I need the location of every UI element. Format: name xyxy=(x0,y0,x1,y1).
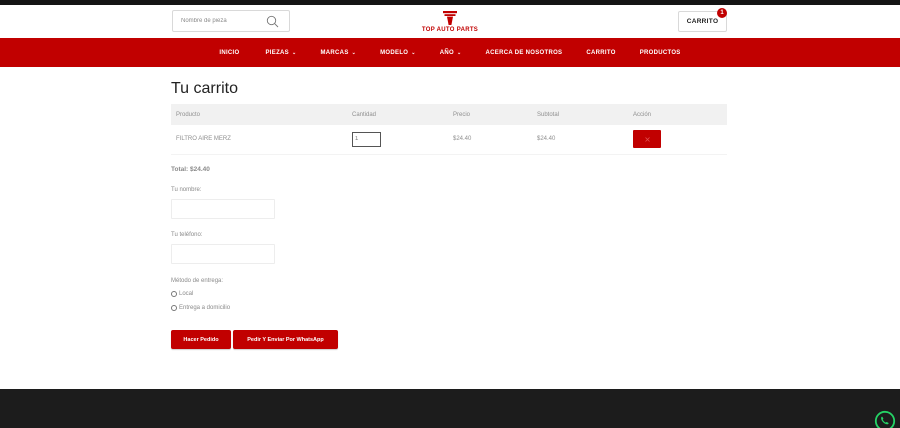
delivery-option-local[interactable]: Local xyxy=(171,291,193,297)
nav-item-piezas[interactable]: PIEZAS ⌄ xyxy=(266,50,297,56)
nav-item-carrito[interactable]: CARRITO xyxy=(586,50,615,56)
page-title: Tu carrito xyxy=(171,80,238,97)
phone-field[interactable] xyxy=(171,244,275,264)
cell-subtotal: $24.40 xyxy=(532,125,628,155)
logo-icon xyxy=(443,11,457,25)
nav-item-productos[interactable]: PRODUCTOS xyxy=(640,50,681,56)
place-order-button[interactable]: Hacer Pedido xyxy=(171,330,231,349)
cart-total: Total: $24.40 xyxy=(171,166,210,173)
column-header-product: Producto xyxy=(171,104,347,125)
nav-item-inicio[interactable]: INICIO xyxy=(219,50,239,56)
search-input[interactable] xyxy=(173,11,263,31)
close-icon xyxy=(644,136,650,142)
nav-item-modelo[interactable]: MODELO ⌄ xyxy=(380,50,416,56)
table-header-row: Producto Cantidad Precio Subtotal Acción xyxy=(171,104,727,125)
search-box[interactable] xyxy=(172,10,290,32)
nav-item-acerca[interactable]: ACERCA DE NOSOTROS xyxy=(486,50,563,56)
cart-table: Producto Cantidad Precio Subtotal Acción… xyxy=(171,104,727,155)
cell-action xyxy=(628,125,727,155)
logo-text: TOP AUTO PARTS xyxy=(421,27,479,33)
quantity-input[interactable] xyxy=(352,131,381,147)
name-label: Tu nombre: xyxy=(171,187,202,193)
cell-product: FILTRO AIRE MERZ xyxy=(171,125,347,155)
phone-label: Tu teléfono: xyxy=(171,232,203,238)
footer xyxy=(0,389,900,428)
column-header-quantity: Cantidad xyxy=(347,104,448,125)
cell-quantity xyxy=(347,125,448,155)
search-icon[interactable] xyxy=(266,15,279,28)
radio-home-delivery[interactable] xyxy=(171,305,177,311)
radio-local[interactable] xyxy=(171,291,177,297)
main-nav: INICIO PIEZAS ⌄ MARCAS ⌄ MODELO ⌄ AÑO ⌄ ACER… xyxy=(0,38,900,67)
column-header-subtotal: Subtotal xyxy=(532,104,628,125)
chevron-down-icon: ⌄ xyxy=(291,49,297,56)
column-header-action: Acción xyxy=(628,104,727,125)
table-row: FILTRO AIRE MERZ $24.40 $24.40 xyxy=(171,125,727,155)
remove-item-button[interactable] xyxy=(633,130,661,149)
cell-price: $24.40 xyxy=(448,125,532,155)
nav-item-ano[interactable]: AÑO ⌄ xyxy=(440,50,462,56)
nav-item-marcas[interactable]: MARCAS ⌄ xyxy=(320,50,356,56)
chevron-down-icon: ⌄ xyxy=(351,49,357,56)
delivery-option-home[interactable]: Entrega a domicilio xyxy=(171,305,230,311)
delivery-method-label: Método de entrega: xyxy=(171,278,224,284)
whatsapp-icon[interactable] xyxy=(874,410,896,428)
site-logo[interactable]: TOP AUTO PARTS xyxy=(415,10,485,38)
cart-count-badge: 1 xyxy=(717,8,727,18)
header: TOP AUTO PARTS CARRITO xyxy=(0,5,900,38)
chevron-down-icon: ⌄ xyxy=(457,49,462,56)
column-header-price: Precio xyxy=(448,104,532,125)
whatsapp-order-button[interactable]: Pedir Y Enviar Por WhatsApp xyxy=(233,330,338,349)
chevron-down-icon: ⌄ xyxy=(411,49,416,56)
name-field[interactable] xyxy=(171,199,275,219)
